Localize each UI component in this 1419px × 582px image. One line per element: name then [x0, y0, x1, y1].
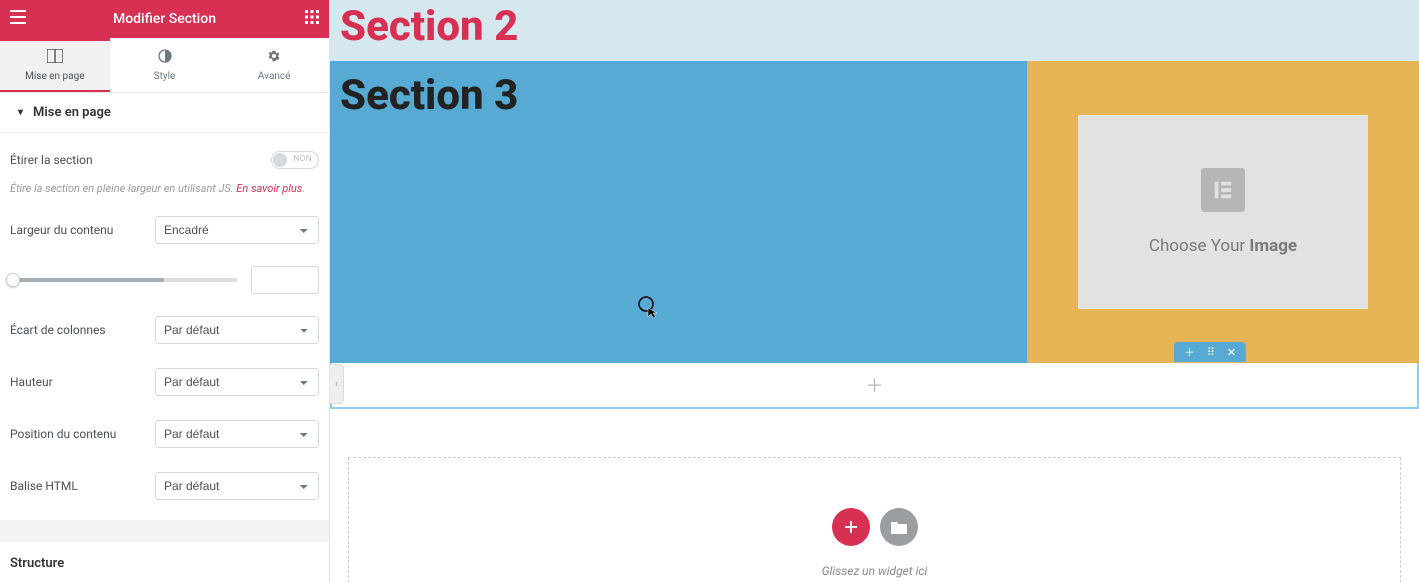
section-3-title: Section 3 [340, 71, 1017, 120]
column-gap-select[interactable]: Par défaut [155, 316, 319, 344]
html-tag-select[interactable]: Par défaut [155, 472, 319, 500]
menu-icon[interactable] [10, 10, 26, 28]
section-toolbar: ＋ ⠿ ✕ [1174, 342, 1246, 362]
add-column-inline-icon[interactable]: ＋ [866, 372, 884, 398]
field-content-width: Largeur du contenu Encadré [10, 204, 319, 256]
section-2-title: Section 2 [340, 2, 1409, 51]
content-width-input[interactable] [251, 266, 319, 294]
panel-tabs: Mise en page Style Avancé [0, 38, 329, 93]
slider-handle[interactable] [6, 273, 20, 287]
accordion-layout-title: Mise en page [33, 105, 111, 120]
contrast-icon [110, 48, 220, 67]
slider-fill [10, 278, 164, 282]
column-gap-label: Écart de colonnes [10, 323, 106, 337]
choose-image-text: Choose Your Image [1149, 236, 1297, 256]
tab-style[interactable]: Style [110, 38, 220, 92]
add-new-section-button[interactable] [832, 508, 870, 546]
editor-sidebar: Modifier Section Mise en page Style Avan… [0, 0, 330, 582]
tab-advanced[interactable]: Avancé [219, 38, 329, 92]
stretch-label: Étirer la section [10, 153, 93, 167]
sidebar-title: Modifier Section [113, 11, 216, 27]
field-html-tag: Balise HTML Par défaut [10, 460, 319, 512]
field-content-position: Position du contenu Par défaut [10, 408, 319, 460]
empty-section[interactable]: ＋ [330, 363, 1419, 409]
tab-style-label: Style [154, 71, 176, 82]
caret-down-icon: ▾ [18, 107, 23, 118]
toggle-off-label: NON [294, 154, 312, 163]
content-width-slider[interactable] [10, 278, 237, 282]
stretch-help-text: Étire la section en pleine largeur en ut… [10, 181, 319, 204]
separator [0, 520, 329, 542]
content-position-select[interactable]: Par défaut [155, 420, 319, 448]
sidebar-header: Modifier Section [0, 0, 329, 38]
tab-advanced-label: Avancé [258, 71, 291, 82]
layout-icon [0, 48, 110, 67]
accordion-layout-header[interactable]: ▾ Mise en page [0, 93, 329, 133]
tab-layout[interactable]: Mise en page [0, 38, 110, 92]
panel-body: Étirer la section NON Étire la section e… [0, 133, 329, 582]
field-stretch: Étirer la section NON [10, 139, 319, 181]
template-library-button[interactable] [880, 508, 918, 546]
stretch-help-body: Étire la section en pleine largeur en ut… [10, 182, 236, 195]
field-column-gap: Écart de colonnes Par défaut [10, 304, 319, 356]
section-2[interactable]: Section 2 [330, 0, 1419, 61]
editor-canvas: Section 2 Section 3 Choose Your Image ＋ … [330, 0, 1419, 582]
field-height: Hauteur Par défaut [10, 356, 319, 408]
height-label: Hauteur [10, 375, 53, 389]
gear-icon [219, 48, 329, 67]
panel-collapse-handle[interactable]: ‹ [330, 364, 344, 404]
stretch-toggle[interactable]: NON [271, 151, 319, 169]
apps-grid-icon[interactable] [305, 10, 319, 28]
structure-heading: Structure [10, 542, 319, 579]
tab-layout-label: Mise en page [25, 71, 84, 82]
toggle-knob [273, 153, 287, 167]
drop-zone[interactable]: Glissez un widget ici [348, 457, 1401, 582]
drop-zone-actions [832, 508, 918, 546]
learn-more-link[interactable]: En savoir plus [236, 182, 302, 195]
image-widget-placeholder[interactable]: Choose Your Image [1078, 115, 1368, 309]
learn-more-dot: . [302, 182, 305, 195]
section-3-col-2[interactable]: Choose Your Image [1027, 61, 1419, 363]
height-select[interactable]: Par défaut [155, 368, 319, 396]
content-width-slider-row [10, 256, 319, 304]
html-tag-label: Balise HTML [10, 479, 78, 493]
section-3-col-1[interactable]: Section 3 [330, 61, 1027, 363]
section-3[interactable]: Section 3 Choose Your Image [330, 61, 1419, 363]
drag-handle-icon[interactable]: ⠿ [1207, 346, 1215, 359]
add-section-icon[interactable]: ＋ [1184, 344, 1195, 360]
content-width-label: Largeur du contenu [10, 223, 113, 237]
content-position-label: Position du contenu [10, 427, 116, 441]
elementor-logo-icon [1201, 168, 1245, 212]
content-width-select[interactable]: Encadré [155, 216, 319, 244]
drop-zone-hint: Glissez un widget ici [822, 564, 928, 578]
close-section-icon[interactable]: ✕ [1227, 346, 1236, 359]
